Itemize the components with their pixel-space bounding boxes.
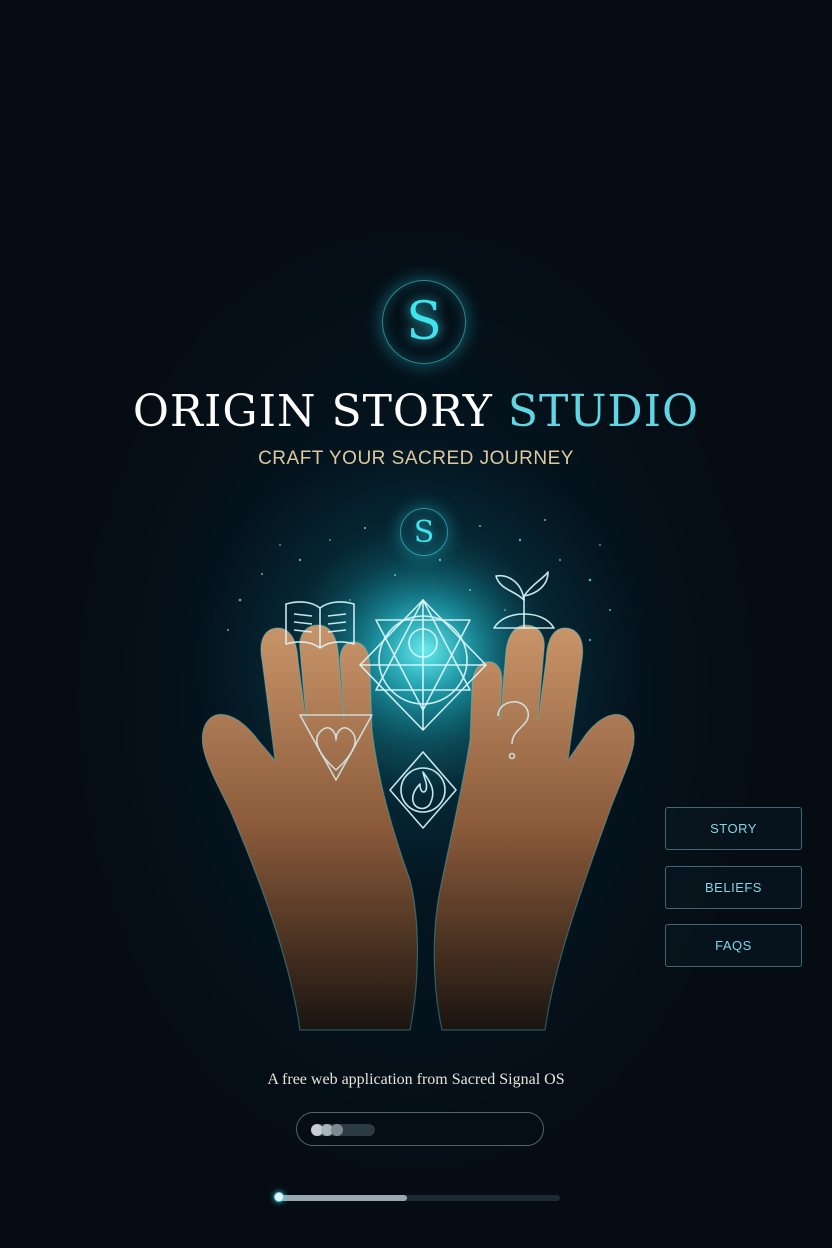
brand-logo: S (382, 280, 466, 364)
progress-fill (276, 1195, 407, 1201)
hands-illustration (201, 519, 635, 1031)
footer-text: A free web application from Sacred Signa… (267, 1071, 565, 1088)
app-title-accent: STUDIO (507, 386, 700, 437)
splash-screen: S ORIGIN STORY STUDIO CRAFT YOUR SACRED … (0, 0, 832, 1248)
loading-pill (296, 1112, 544, 1146)
flame-icon (389, 751, 457, 829)
progress-bar (274, 1192, 560, 1202)
loading-dot (331, 1124, 343, 1136)
beliefs-button[interactable]: BELIEFS (665, 866, 802, 909)
app-title: ORIGIN STORY STUDIO (0, 386, 832, 437)
app-title-main: ORIGIN STORY (132, 386, 493, 437)
story-button[interactable]: STORY (665, 807, 802, 850)
faqs-button[interactable]: FAQS (665, 924, 802, 967)
brand-logo-letter: S (406, 292, 442, 352)
tagline: CRAFT YOUR SACRED JOURNEY (258, 448, 574, 469)
brand-emblem-letter: S (413, 514, 435, 550)
progress-knob (274, 1192, 284, 1202)
brand-emblem: S (400, 508, 448, 556)
